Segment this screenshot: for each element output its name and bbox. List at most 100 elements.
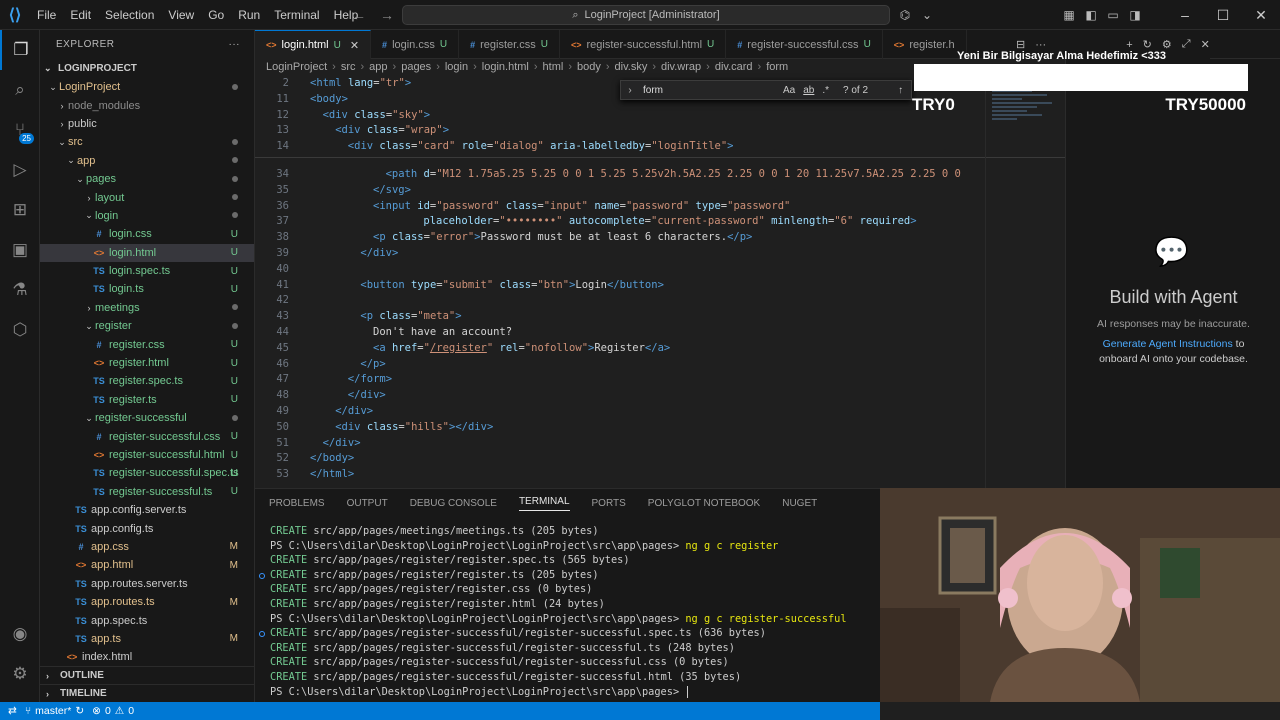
toggle-sidebar-icon[interactable]: ◧ (1080, 8, 1102, 22)
folder-item[interactable]: › public (40, 115, 254, 133)
layout-icon[interactable]: ▦ (1058, 8, 1080, 22)
file-item[interactable]: TS app.ts M (40, 630, 254, 648)
menu-selection[interactable]: Selection (98, 0, 161, 30)
timeline-section[interactable]: › TIMELINE (40, 684, 254, 702)
folder-item[interactable]: › meetings (40, 299, 254, 317)
file-item[interactable]: TS register.ts U (40, 391, 254, 409)
problems-indicator[interactable]: ⊗ 0 ⚠ 0 (92, 705, 134, 717)
code-editor[interactable]: 34 <path d="M12 1.75a5.25 5.25 0 0 1 5.25… (255, 76, 1065, 488)
generate-instructions-link[interactable]: Generate Agent Instructions (1103, 338, 1233, 350)
accounts-icon[interactable]: ◉ (0, 614, 40, 654)
menu-view[interactable]: View (161, 0, 201, 30)
menu-run[interactable]: Run (231, 0, 267, 30)
panel-tab-ports[interactable]: PORTS (592, 498, 626, 509)
panel-tab-polyglot-notebook[interactable]: POLYGLOT NOTEBOOK (648, 498, 760, 509)
file-item[interactable]: # register.css U (40, 335, 254, 353)
more-actions-icon[interactable]: ··· (229, 39, 241, 50)
panel-tab-terminal[interactable]: TERMINAL (518, 496, 570, 511)
file-item[interactable]: # login.css U (40, 225, 254, 243)
forward-arrow-icon[interactable]: → (380, 7, 394, 23)
chevron-down-icon[interactable]: ⌄ (916, 8, 938, 22)
editor-tab[interactable]: <> register-successful.html U (560, 30, 727, 59)
folder-item[interactable]: › layout (40, 188, 254, 206)
file-item[interactable]: TS register-successful.ts U (40, 483, 254, 501)
breadcrumb-item[interactable]: div.sky (615, 61, 648, 75)
panel-tab-debug-console[interactable]: DEBUG CONSOLE (410, 498, 497, 509)
file-item[interactable]: TS app.routes.server.ts (40, 575, 254, 593)
breadcrumb-item[interactable]: src (341, 61, 356, 75)
source-control-icon[interactable]: ⑂ 25 (0, 110, 40, 150)
file-item[interactable]: TS app.routes.ts M (40, 593, 254, 611)
remote-explorer-icon[interactable]: ▣ (0, 230, 40, 270)
copilot-icon[interactable]: ⌬ (894, 8, 916, 22)
folder-item[interactable]: ⌄ register (40, 317, 254, 335)
file-item[interactable]: <> app.html M (40, 556, 254, 574)
folder-item[interactable]: ⌄ register-successful (40, 409, 254, 427)
toggle-panel-icon[interactable]: ▭ (1102, 8, 1124, 22)
breadcrumb-item[interactable]: div.card (715, 61, 753, 75)
breadcrumb-item[interactable]: login (445, 61, 468, 75)
project-root[interactable]: ⌄ LOGINPROJECT (40, 58, 254, 78)
file-item[interactable]: TS login.spec.ts U (40, 262, 254, 280)
file-item[interactable]: TS login.ts U (40, 280, 254, 298)
match-word-toggle[interactable]: ab (803, 85, 814, 96)
toggle-secondary-sidebar-icon[interactable]: ◨ (1124, 8, 1146, 22)
file-item[interactable]: <> index.html (40, 648, 254, 666)
folder-item[interactable]: ⌄ pages (40, 170, 254, 188)
minimap[interactable] (985, 88, 1065, 488)
panel-tab-output[interactable]: OUTPUT (347, 498, 388, 509)
breadcrumb-item[interactable]: pages (401, 61, 431, 75)
previous-match-icon[interactable]: ↑ (898, 85, 903, 96)
file-item[interactable]: # app.css M (40, 538, 254, 556)
editor-tab[interactable]: # register-successful.css U (726, 30, 883, 59)
folder-item[interactable]: ⌄ login (40, 207, 254, 225)
breadcrumb-item[interactable]: LoginProject (266, 61, 327, 75)
editor-tab[interactable]: <> login.html U ✕ (255, 30, 372, 59)
folder-item[interactable]: › node_modules (40, 96, 254, 114)
folder-item[interactable]: ⌄ LoginProject (40, 78, 254, 96)
containers-icon[interactable]: ⬡ (0, 310, 40, 350)
extensions-icon[interactable]: ⊞ (0, 190, 40, 230)
menu-file[interactable]: File (30, 0, 63, 30)
menu-go[interactable]: Go (201, 0, 231, 30)
run-debug-icon[interactable]: ▷ (0, 150, 40, 190)
file-item[interactable]: # register-successful.css U (40, 427, 254, 445)
panel-tab-nuget[interactable]: NUGET (782, 498, 817, 509)
file-item[interactable]: <> login.html U (40, 243, 254, 262)
breadcrumb-item[interactable]: form (766, 61, 788, 75)
testing-icon[interactable]: ⚗ (0, 270, 40, 310)
breadcrumb-item[interactable]: html (543, 61, 564, 75)
close-window-icon[interactable]: ✕ (1242, 7, 1280, 24)
outline-section[interactable]: › OUTLINE (40, 666, 254, 684)
minimize-icon[interactable]: – (1166, 7, 1204, 24)
file-item[interactable]: <> register.html U (40, 354, 254, 372)
file-item[interactable]: TS app.config.server.ts (40, 501, 254, 519)
chevron-right-icon[interactable]: › (621, 85, 639, 96)
file-item[interactable]: <> register-successful.html U (40, 446, 254, 464)
file-item[interactable]: TS app.config.ts (40, 519, 254, 537)
editor-tab[interactable]: # login.css U (371, 30, 460, 59)
panel-tab-problems[interactable]: PROBLEMS (269, 498, 325, 509)
close-tab-icon[interactable]: ✕ (350, 39, 359, 52)
breadcrumb-item[interactable]: login.html (482, 61, 529, 75)
search-view-icon[interactable]: ⌕ (0, 70, 40, 110)
editor-tab[interactable]: # register.css U (459, 30, 560, 59)
breadcrumb-item[interactable]: body (577, 61, 601, 75)
breadcrumb-item[interactable]: div.wrap (661, 61, 701, 75)
file-item[interactable]: TS register.spec.ts U (40, 372, 254, 390)
find-input[interactable]: form (639, 85, 779, 96)
regex-icon[interactable]: .* (822, 85, 829, 96)
folder-item[interactable]: ⌄ app (40, 152, 254, 170)
match-case-toggle[interactable]: Aa (783, 85, 795, 96)
file-item[interactable]: TS app.spec.ts (40, 611, 254, 629)
breadcrumb-item[interactable]: app (369, 61, 387, 75)
menu-edit[interactable]: Edit (63, 0, 98, 30)
folder-item[interactable]: ⌄ src (40, 133, 254, 151)
settings-gear-icon[interactable]: ⚙ (0, 654, 40, 694)
terminal-output[interactable]: CREATE src/app/pages/meetings/meetings.t… (259, 525, 847, 700)
file-item[interactable]: TS register-successful.spec.ts U (40, 464, 254, 482)
back-arrow-icon[interactable]: ← (352, 7, 366, 23)
command-center-search[interactable]: ⌕ LoginProject [Administrator] (402, 5, 890, 25)
menu-terminal[interactable]: Terminal (267, 0, 326, 30)
branch-indicator[interactable]: ⑂ master* ↻ (25, 705, 84, 717)
